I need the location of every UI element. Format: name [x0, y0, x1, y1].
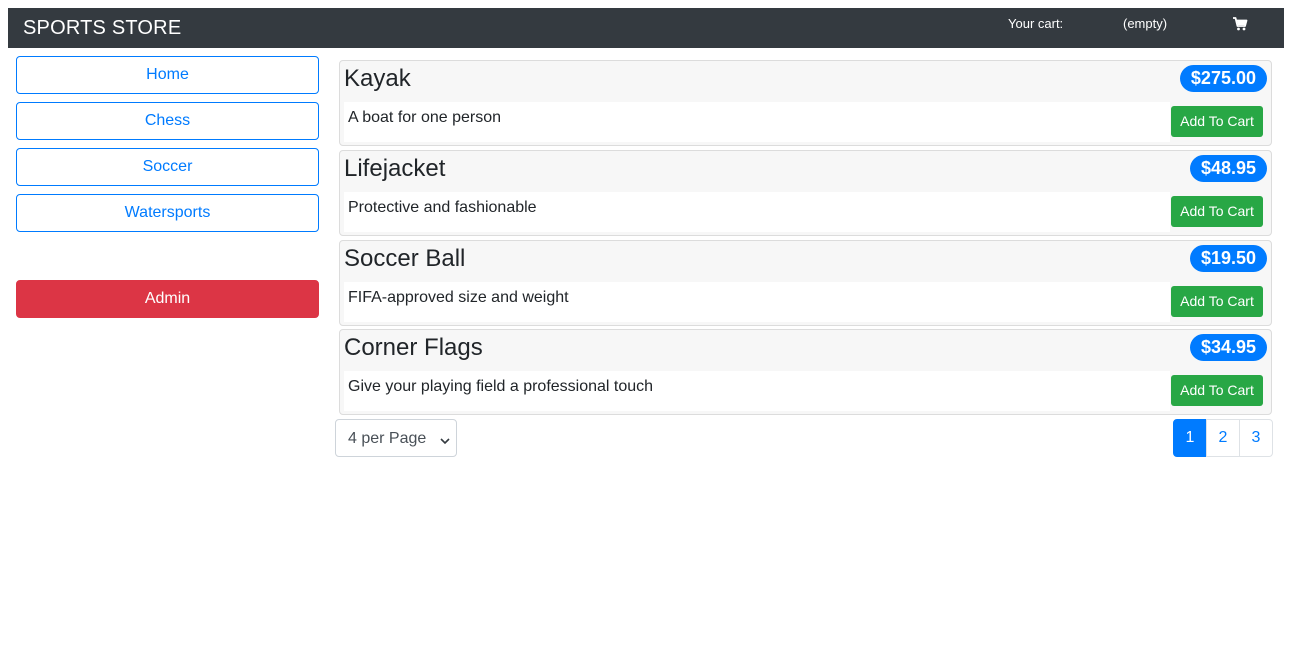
category-button-chess[interactable]: Chess — [16, 102, 319, 140]
add-to-cart-button[interactable]: Add To Cart — [1171, 196, 1263, 227]
category-button-watersports[interactable]: Watersports — [16, 194, 319, 232]
cart-label: Your cart: — [1008, 16, 1064, 31]
navbar: SPORTS STORE Your cart: (empty) — [8, 8, 1284, 48]
cart-summary: (empty) — [1123, 16, 1168, 31]
add-to-cart-button[interactable]: Add To Cart — [1171, 375, 1263, 406]
product-card: Kayak $275.00 A boat for one person Add … — [339, 60, 1272, 146]
add-to-cart-button[interactable]: Add To Cart — [1171, 286, 1263, 317]
product-card: Lifejacket $48.95 Protective and fashion… — [339, 150, 1272, 236]
page-button-1[interactable]: 1 — [1173, 419, 1207, 457]
shopping-cart-icon[interactable] — [1232, 16, 1248, 32]
page-button-3[interactable]: 3 — [1239, 419, 1273, 457]
product-name: Corner Flags — [344, 334, 483, 361]
price-badge: $19.50 — [1189, 245, 1267, 272]
items-per-page-value: 4 per Page — [348, 430, 427, 447]
product-name: Kayak — [344, 65, 411, 92]
pagination: 1 2 3 — [1173, 419, 1273, 457]
items-per-page-select[interactable]: 4 per Page — [335, 419, 457, 457]
category-button-soccer[interactable]: Soccer — [16, 148, 319, 186]
product-body: Give your playing field a professional t… — [344, 371, 1170, 411]
category-button-home[interactable]: Home — [16, 56, 319, 94]
product-name: Lifejacket — [344, 155, 446, 182]
page-button-2[interactable]: 2 — [1206, 419, 1240, 457]
price-badge: $275.00 — [1179, 65, 1267, 92]
product-description: Give your playing field a professional t… — [348, 378, 654, 395]
product-card: Corner Flags $34.95 Give your playing fi… — [339, 329, 1272, 415]
product-description: Protective and fashionable — [348, 199, 537, 216]
product-body: Protective and fashionable — [344, 192, 1170, 232]
product-description: FIFA-approved size and weight — [348, 289, 569, 306]
brand-title[interactable]: SPORTS STORE — [23, 17, 181, 40]
product-card: Soccer Ball $19.50 FIFA-approved size an… — [339, 240, 1272, 326]
product-body: A boat for one person — [344, 102, 1170, 142]
add-to-cart-button[interactable]: Add To Cart — [1171, 106, 1263, 137]
product-description: A boat for one person — [348, 109, 501, 126]
product-name: Soccer Ball — [344, 245, 466, 272]
price-badge: $34.95 — [1189, 334, 1267, 361]
admin-button[interactable]: Admin — [16, 280, 319, 318]
price-badge: $48.95 — [1189, 155, 1267, 182]
chevron-down-icon — [440, 433, 450, 445]
product-body: FIFA-approved size and weight — [344, 282, 1170, 322]
